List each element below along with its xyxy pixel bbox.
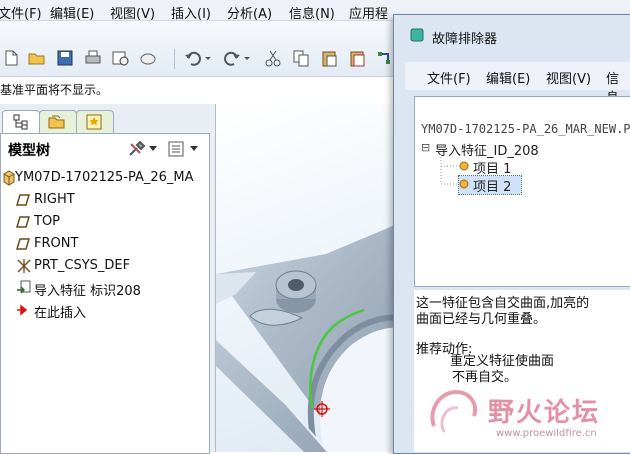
tree-item-label: 项目 2 — [473, 180, 512, 195]
model-tree-title: 模型树 — [8, 143, 50, 159]
folder-browser-tab-icon — [48, 115, 65, 129]
dialog-items-tree: YM07D-1702125-PA_26_MAR_NEW.PR ⊟ 导入特征_ID… — [414, 118, 630, 287]
menu-applications[interactable]: 应用程 — [349, 3, 388, 22]
show-dropdown-icon[interactable] — [190, 146, 198, 152]
favorites-tab-icon — [86, 114, 102, 130]
action-line: 重定义特征使曲面 — [450, 354, 555, 369]
tree-item-label: 导入特征 标识208 — [34, 284, 141, 299]
cut-icon[interactable] — [264, 49, 282, 67]
part-icon — [3, 170, 15, 186]
dialog-path-field — [414, 96, 630, 120]
dialog-menu-file[interactable]: 文件(F) — [427, 68, 471, 87]
tree-item-label: YM07D-1702125-PA_26_MA — [15, 170, 194, 185]
datum-plane-icon — [16, 238, 30, 250]
coordinate-system-icon — [17, 259, 31, 273]
watermark-text: 野火论坛 — [488, 398, 601, 428]
paste-icon[interactable] — [320, 49, 338, 67]
forum-logo-icon — [430, 389, 477, 433]
menu-file[interactable]: 文件(F) — [0, 3, 42, 22]
menu-edit[interactable]: 编辑(E) — [50, 3, 94, 22]
dialog-title: 故障排除器 — [432, 32, 498, 47]
tree-item-csys[interactable]: PRT_CSYS_DEF — [0, 256, 208, 276]
paste-special-icon[interactable] — [348, 49, 366, 67]
model-tree-tab-icon — [13, 114, 28, 130]
watermark-url: www.proewildfire.cn — [496, 428, 597, 439]
menu-insert[interactable]: 插入(I) — [171, 3, 211, 22]
dialog-titlebar[interactable]: 故障排除器 — [400, 22, 630, 48]
settings-dropdown-icon[interactable] — [149, 146, 157, 152]
tree-item-insert-here[interactable]: 在此插入 — [0, 300, 208, 321]
description-text: 这一特征包含自交曲面,加亮的 曲面已经与几何重叠。 — [416, 296, 589, 328]
tree-item-label: TOP — [34, 214, 61, 229]
tab-favorites[interactable] — [76, 110, 114, 133]
regenerate-icon[interactable] — [375, 49, 393, 67]
tree-item-label: 项目 1 — [473, 162, 512, 177]
send-link-icon[interactable] — [139, 49, 157, 67]
dialog-app-icon — [410, 28, 424, 42]
tree-item-1[interactable]: 项目 1 — [459, 158, 579, 177]
tab-folder-browser[interactable] — [39, 110, 77, 133]
tree-item-import-feature[interactable]: 导入特征 标识208 — [0, 278, 208, 299]
tab-model-tree[interactable] — [2, 110, 40, 133]
undo-dropdown-icon[interactable] — [204, 49, 212, 67]
menu-view[interactable]: 视图(V) — [110, 3, 155, 22]
tree-item-right[interactable]: RIGHT — [0, 190, 208, 210]
dialog-description-pane: 这一特征包含自交曲面,加亮的 曲面已经与几何重叠。 推荐动作: 重定义特征使曲面… — [414, 290, 630, 452]
insert-here-arrow-icon — [17, 304, 28, 316]
datum-plane-icon — [16, 194, 30, 206]
action-text: 重定义特征使曲面 不再自交。 — [450, 354, 554, 386]
import-feature-icon — [17, 280, 31, 294]
main-toolbar — [0, 21, 395, 77]
redo-dropdown-icon[interactable] — [243, 49, 251, 67]
part-model-graphic — [216, 222, 402, 452]
message-area: 基准平面将不显示。 — [0, 78, 395, 98]
toolbar-separator — [174, 49, 175, 69]
model-path-label: YM07D-1702125-PA_26_MAR_NEW.PR — [421, 122, 630, 136]
graphics-viewport[interactable] — [216, 104, 402, 452]
open-folder-icon[interactable] — [28, 49, 46, 67]
tree-item-label: RIGHT — [34, 192, 75, 207]
tree-item-front[interactable]: FRONT — [0, 234, 208, 254]
tree-item-label: 在此插入 — [34, 306, 87, 321]
dialog-menubar: 文件(F) 编辑(E) 视图(V) 信息 — [405, 62, 630, 106]
copy-icon[interactable] — [292, 49, 310, 67]
description-line: 这一特征包含自交曲面,加亮的 — [416, 296, 590, 311]
save-icon[interactable] — [56, 49, 74, 67]
collapse-icon[interactable]: ⊟ — [421, 141, 430, 154]
model-tree-header: 模型树 — [0, 136, 208, 160]
tree-item-label: FRONT — [34, 236, 79, 251]
menu-info[interactable]: 信息(N) — [289, 3, 335, 22]
print-icon[interactable] — [84, 49, 102, 67]
new-file-icon[interactable] — [2, 49, 20, 67]
description-line: 曲面已经与几何重叠。 — [416, 312, 547, 327]
action-line: 不再自交。 — [452, 370, 518, 385]
tree-item-2-selected[interactable]: 项目 2 — [458, 175, 522, 195]
show-options-icon[interactable] — [168, 141, 186, 157]
tree-connector-lines — [440, 154, 459, 185]
dialog-menu-edit[interactable]: 编辑(E) — [486, 68, 530, 87]
tree-item-top[interactable]: TOP — [0, 212, 208, 232]
menu-analysis[interactable]: 分析(A) — [227, 3, 272, 22]
redo-icon[interactable] — [223, 49, 241, 67]
datum-plane-icon — [16, 216, 30, 228]
undo-icon[interactable] — [184, 49, 202, 67]
dialog-menu-view[interactable]: 视图(V) — [546, 68, 591, 87]
send-mail-icon[interactable] — [111, 49, 129, 67]
settings-tools-icon[interactable] — [128, 141, 146, 157]
tree-item-label: PRT_CSYS_DEF — [34, 258, 131, 273]
status-message: 基准平面将不显示。 — [0, 83, 109, 97]
tree-item-part[interactable]: YM07D-1702125-PA_26_MA — [0, 168, 208, 188]
